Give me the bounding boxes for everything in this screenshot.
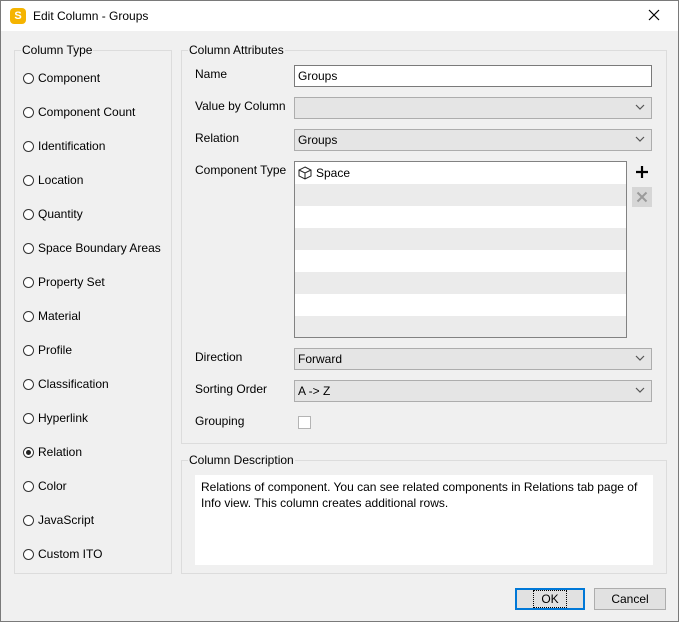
- column-type-option-label: Color: [38, 479, 67, 493]
- column-type-option-label: Component Count: [38, 105, 136, 119]
- column-type-option-label: Location: [38, 173, 84, 187]
- column-type-option[interactable]: Space Boundary Areas: [23, 239, 161, 257]
- close-button[interactable]: [632, 1, 678, 31]
- column-type-option-label: Property Set: [38, 275, 105, 289]
- column-description-text: Relations of component. You can see rela…: [195, 475, 653, 565]
- column-type-option-label: Custom ITO: [38, 547, 103, 561]
- value-by-column-select[interactable]: [294, 97, 652, 119]
- column-attributes-group: Column Attributes Name Groups Value by C…: [181, 43, 667, 444]
- sorting-order-label: Sorting Order: [195, 382, 268, 396]
- column-description-label: Column Description: [188, 453, 295, 467]
- column-type-option[interactable]: Location: [23, 171, 83, 189]
- radio-unchecked[interactable]: [23, 514, 34, 526]
- list-item[interactable]: [295, 206, 626, 228]
- list-item[interactable]: [295, 184, 626, 206]
- column-type-option-label: Space Boundary Areas: [38, 241, 161, 255]
- chevron-down-icon: [635, 104, 645, 110]
- value-by-column-label: Value by Column: [195, 99, 286, 113]
- column-type-option-label: Classification: [38, 377, 109, 391]
- direction-value: Forward: [298, 352, 343, 366]
- grouping-label: Grouping: [195, 414, 245, 428]
- edit-column-dialog: S Edit Column - Groups Column Type Compo…: [0, 0, 679, 622]
- column-type-option[interactable]: Color: [23, 477, 67, 495]
- radio-unchecked[interactable]: [23, 310, 34, 322]
- list-item[interactable]: [295, 294, 626, 316]
- radio-unchecked[interactable]: [23, 174, 34, 186]
- plus-icon: [636, 166, 648, 178]
- radio-unchecked[interactable]: [23, 276, 34, 288]
- chevron-down-icon: [635, 355, 645, 361]
- app-icon: S: [10, 8, 26, 24]
- relation-select[interactable]: Groups: [294, 129, 652, 151]
- radio-unchecked[interactable]: [23, 480, 34, 492]
- chevron-down-icon: [635, 136, 645, 142]
- grouping-checkbox[interactable]: [298, 416, 311, 429]
- column-type-option-label: Hyperlink: [38, 411, 89, 425]
- name-label: Name: [195, 67, 228, 81]
- column-type-option-label: Profile: [38, 343, 73, 357]
- column-type-group: Column Type Component Component Count Iden…: [14, 43, 172, 574]
- radio-unchecked[interactable]: [23, 412, 34, 424]
- column-type-option-label: Material: [38, 309, 81, 323]
- list-item[interactable]: [295, 272, 626, 294]
- radio-unchecked[interactable]: [23, 140, 34, 152]
- column-type-option-label: Relation: [38, 445, 83, 459]
- add-component-type-button[interactable]: [632, 162, 652, 182]
- list-item[interactable]: [295, 250, 626, 272]
- column-type-option[interactable]: Quantity: [23, 205, 83, 223]
- column-type-option[interactable]: Material: [23, 307, 81, 325]
- direction-select[interactable]: Forward: [294, 348, 652, 370]
- radio-unchecked[interactable]: [23, 548, 34, 560]
- radio-unchecked[interactable]: [23, 208, 34, 220]
- title-bar: S Edit Column - Groups: [1, 1, 678, 31]
- column-type-option[interactable]: Property Set: [23, 273, 105, 291]
- component-type-label: Component Type: [195, 163, 287, 177]
- sorting-order-value: A -> Z: [298, 384, 331, 398]
- radio-checked[interactable]: [23, 446, 34, 458]
- relation-label: Relation: [195, 131, 240, 145]
- list-item[interactable]: Space: [295, 162, 626, 184]
- list-item[interactable]: [295, 316, 626, 337]
- cancel-label: Cancel: [611, 592, 649, 606]
- column-type-label: Column Type: [21, 43, 94, 57]
- column-description-group: Column Description Relations of componen…: [181, 453, 667, 574]
- column-type-option[interactable]: Component Count: [23, 103, 135, 121]
- cancel-button[interactable]: Cancel: [594, 588, 666, 610]
- name-field[interactable]: Groups: [294, 65, 652, 87]
- sorting-order-select[interactable]: A -> Z: [294, 380, 652, 402]
- chevron-down-icon: [635, 387, 645, 393]
- relation-value: Groups: [298, 133, 338, 147]
- radio-unchecked[interactable]: [23, 72, 34, 84]
- component-type-list[interactable]: Space: [294, 161, 627, 338]
- radio-unchecked[interactable]: [23, 344, 34, 356]
- column-type-option[interactable]: Relation: [23, 443, 82, 461]
- column-attributes-label: Column Attributes: [188, 43, 285, 57]
- close-icon: [648, 9, 660, 21]
- column-type-option-label: Quantity: [38, 207, 83, 221]
- column-type-option[interactable]: Identification: [23, 137, 105, 155]
- column-type-option-label: Component: [38, 71, 101, 85]
- radio-unchecked[interactable]: [23, 242, 34, 254]
- column-type-option[interactable]: Profile: [23, 341, 72, 359]
- component-type-item-label: Space: [316, 166, 351, 180]
- column-type-option-label: Identification: [38, 139, 106, 153]
- column-type-option[interactable]: Hyperlink: [23, 409, 88, 427]
- cube-icon: [298, 166, 312, 180]
- column-type-option[interactable]: Classification: [23, 375, 109, 393]
- list-item[interactable]: [295, 228, 626, 250]
- radio-unchecked[interactable]: [23, 378, 34, 390]
- direction-label: Direction: [195, 350, 243, 364]
- ok-label: OK: [533, 590, 567, 608]
- ok-button[interactable]: OK: [515, 588, 585, 610]
- remove-component-type-button[interactable]: [632, 187, 652, 207]
- delete-x-icon: [636, 191, 648, 203]
- column-type-option-label: JavaScript: [38, 513, 95, 527]
- column-type-option[interactable]: JavaScript: [23, 511, 94, 529]
- column-type-option[interactable]: Component: [23, 69, 100, 87]
- window-title: Edit Column - Groups: [33, 9, 149, 23]
- column-type-option[interactable]: Custom ITO: [23, 545, 102, 563]
- radio-unchecked[interactable]: [23, 106, 34, 118]
